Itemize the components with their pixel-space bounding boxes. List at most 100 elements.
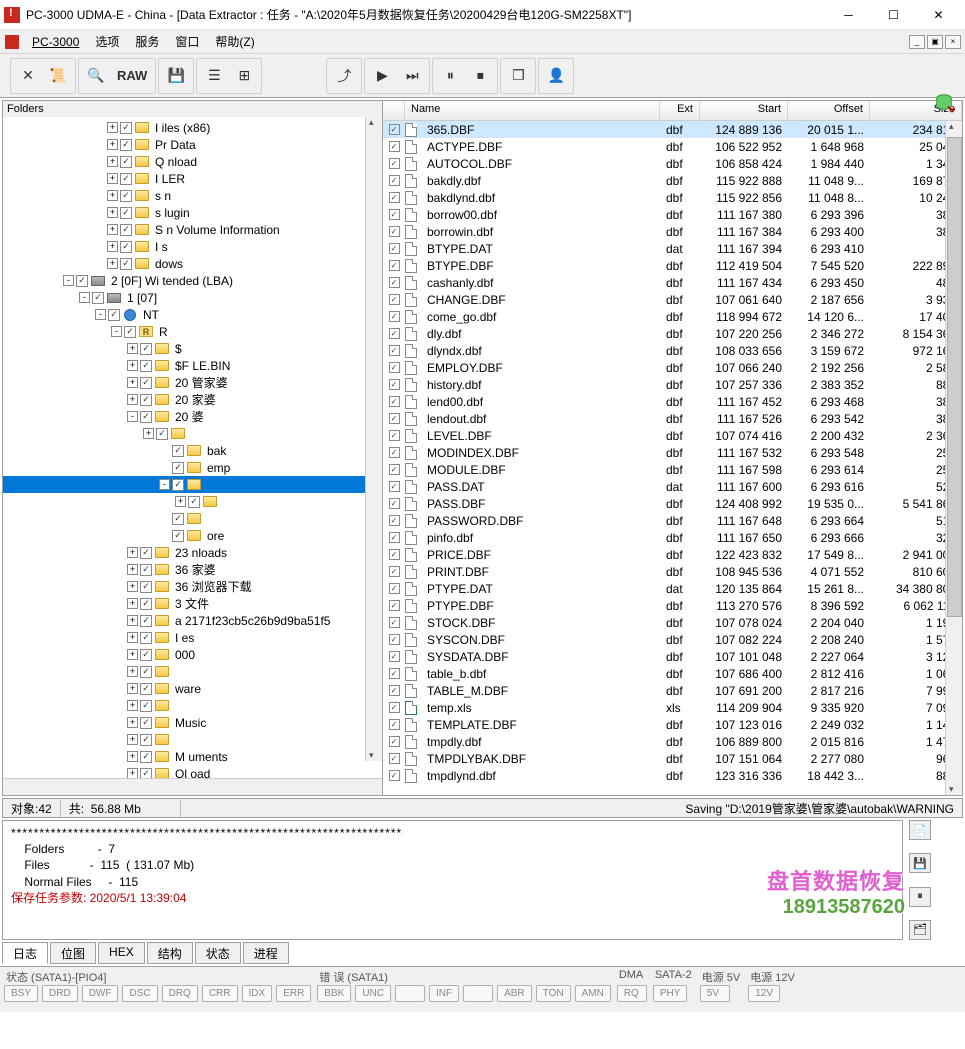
file-list-header[interactable]: Name Ext Start Offset Size bbox=[383, 101, 962, 121]
tree-checkbox[interactable]: ✓ bbox=[140, 411, 152, 423]
file-row[interactable]: ✓PTYPE.DATdat120 135 86415 261 8...34 38… bbox=[383, 580, 962, 597]
file-row[interactable]: ✓come_go.dbfdbf118 994 67214 120 6...17 … bbox=[383, 308, 962, 325]
file-row[interactable]: ✓LEVEL.DBFdbf107 074 4162 200 4322 362 bbox=[383, 427, 962, 444]
tree-expander-icon[interactable]: + bbox=[127, 377, 138, 388]
file-row[interactable]: ✓EMPLOY.DBFdbf107 066 2402 192 2562 582 bbox=[383, 359, 962, 376]
tree-checkbox[interactable]: ✓ bbox=[124, 326, 136, 338]
tree-row[interactable]: +✓23 nloads bbox=[3, 544, 382, 561]
tree-checkbox[interactable]: ✓ bbox=[140, 768, 152, 779]
tree-row[interactable]: +✓3 文件 bbox=[3, 595, 382, 612]
tree-row[interactable]: -✓2 [0F] Wi tended (LBA) bbox=[3, 272, 382, 289]
menu-item-4[interactable]: 帮助(Z) bbox=[207, 33, 262, 51]
tree-expander-icon[interactable]: + bbox=[107, 156, 118, 167]
file-row[interactable]: ✓bakdlynd.dbfdbf115 922 85611 048 8...10… bbox=[383, 189, 962, 206]
file-checkbox[interactable]: ✓ bbox=[383, 668, 405, 679]
tree-expander-icon[interactable]: + bbox=[127, 394, 138, 405]
scroll-icon[interactable]: 📜 bbox=[43, 61, 73, 91]
tree-checkbox[interactable]: ✓ bbox=[76, 275, 88, 287]
tree-expander-icon[interactable]: + bbox=[127, 751, 138, 762]
log-tab-结构[interactable]: 结构 bbox=[147, 942, 193, 964]
file-checkbox[interactable]: ✓ bbox=[383, 651, 405, 662]
tree-row[interactable]: +✓20 管家婆 bbox=[3, 374, 382, 391]
file-checkbox[interactable]: ✓ bbox=[383, 600, 405, 611]
file-row[interactable]: ✓dlyndx.dbfdbf108 033 6563 159 672972 16… bbox=[383, 342, 962, 359]
tree-row[interactable]: ✓ ore bbox=[3, 527, 382, 544]
tree-row[interactable]: +✓S n Volume Information bbox=[3, 221, 382, 238]
file-vscrollbar[interactable] bbox=[945, 121, 962, 795]
file-checkbox[interactable]: ✓ bbox=[383, 328, 405, 339]
file-checkbox[interactable]: ✓ bbox=[383, 209, 405, 220]
menu-item-3[interactable]: 窗口 bbox=[167, 33, 207, 51]
tree-row[interactable]: +✓M uments bbox=[3, 748, 382, 765]
file-checkbox[interactable]: ✓ bbox=[383, 192, 405, 203]
file-checkbox[interactable]: ✓ bbox=[383, 260, 405, 271]
file-row[interactable]: ✓lendout.dbfdbf111 167 5266 293 542386 bbox=[383, 410, 962, 427]
tree-row[interactable]: +✓a 2171f23cb5c26b9d9ba51f5 bbox=[3, 612, 382, 629]
file-row[interactable]: ✓lend00.dbfdbf111 167 4526 293 468386 bbox=[383, 393, 962, 410]
mdi-restore-button[interactable]: ▣ bbox=[927, 35, 943, 49]
tree-checkbox[interactable]: ✓ bbox=[140, 547, 152, 559]
step-icon[interactable]: ⏭ bbox=[397, 61, 427, 91]
log-text[interactable]: ****************************************… bbox=[2, 820, 903, 940]
tree-row[interactable]: +✓36 家婆 bbox=[3, 561, 382, 578]
tree-expander-icon[interactable]: + bbox=[107, 241, 118, 252]
tree-expander-icon[interactable]: + bbox=[127, 768, 138, 778]
file-row[interactable]: ✓tmpdlynd.dbfdbf123 316 33618 442 3...88… bbox=[383, 767, 962, 784]
file-checkbox[interactable]: ✓ bbox=[383, 617, 405, 628]
tree-checkbox[interactable]: ✓ bbox=[140, 343, 152, 355]
tree-checkbox[interactable]: ✓ bbox=[140, 377, 152, 389]
file-row[interactable]: ✓borrow00.dbfdbf111 167 3806 293 396386 bbox=[383, 206, 962, 223]
tree-row[interactable]: +✓Q nload bbox=[3, 153, 382, 170]
file-row[interactable]: ✓SYSDATA.DBFdbf107 101 0482 227 0643 125 bbox=[383, 648, 962, 665]
tree-checkbox[interactable]: ✓ bbox=[120, 173, 132, 185]
file-checkbox[interactable]: ✓ bbox=[383, 515, 405, 526]
col-offset[interactable]: Offset bbox=[788, 101, 870, 120]
tree-checkbox[interactable]: ✓ bbox=[140, 615, 152, 627]
log-btn-2[interactable]: 💾 bbox=[909, 853, 931, 873]
tree-checkbox[interactable]: ✓ bbox=[92, 292, 104, 304]
tree-expander-icon[interactable]: + bbox=[127, 666, 138, 677]
tree-row[interactable]: +✓ bbox=[3, 425, 382, 442]
file-checkbox[interactable]: ✓ bbox=[383, 634, 405, 645]
tree-row[interactable]: +✓ dows bbox=[3, 255, 382, 272]
file-checkbox[interactable]: ✓ bbox=[383, 158, 405, 169]
file-checkbox[interactable]: ✓ bbox=[383, 481, 405, 492]
file-row[interactable]: ✓tmpdly.dbfdbf106 889 8002 015 8161 470 bbox=[383, 733, 962, 750]
mdi-minimize-button[interactable]: _ bbox=[909, 35, 925, 49]
tree-expander-icon[interactable]: + bbox=[107, 258, 118, 269]
log-tab-HEX[interactable]: HEX bbox=[98, 942, 145, 964]
play-icon[interactable]: ▶ bbox=[367, 61, 397, 91]
file-row[interactable]: ✓PASS.DBFdbf124 408 99219 535 0...5 541 … bbox=[383, 495, 962, 512]
file-row[interactable]: ✓365.DBFdbf124 889 13620 015 1...234 810 bbox=[383, 121, 962, 138]
tree-checkbox[interactable]: ✓ bbox=[120, 190, 132, 202]
log-btn-pause[interactable]: ⏸ bbox=[909, 887, 931, 907]
tree-expander-icon[interactable] bbox=[159, 530, 170, 541]
minimize-button[interactable]: ─ bbox=[826, 0, 871, 30]
binocular-icon[interactable]: 🔍 bbox=[81, 61, 111, 91]
col-checkbox[interactable] bbox=[383, 101, 405, 120]
file-row[interactable]: ✓BTYPE.DBFdbf112 419 5047 545 520222 898 bbox=[383, 257, 962, 274]
tree-checkbox[interactable]: ✓ bbox=[140, 649, 152, 661]
tree-expander-icon[interactable]: + bbox=[127, 734, 138, 745]
mdi-close-button[interactable]: × bbox=[945, 35, 961, 49]
tree-checkbox[interactable]: ✓ bbox=[172, 479, 184, 491]
tree-checkbox[interactable]: ✓ bbox=[140, 666, 152, 678]
copy-icon[interactable]: ❐ bbox=[503, 61, 533, 91]
file-row[interactable]: ✓cashanly.dbfdbf111 167 4346 293 450482 bbox=[383, 274, 962, 291]
tree-checkbox[interactable]: ✓ bbox=[108, 309, 120, 321]
tree-expander-icon[interactable]: + bbox=[127, 547, 138, 558]
tree-expander-icon[interactable]: - bbox=[63, 275, 74, 286]
file-checkbox[interactable]: ✓ bbox=[383, 549, 405, 560]
tree-expander-icon[interactable]: + bbox=[107, 173, 118, 184]
tree-expander-icon[interactable]: + bbox=[127, 615, 138, 626]
tree-checkbox[interactable]: ✓ bbox=[140, 598, 152, 610]
file-row[interactable]: ✓BTYPE.DATdat111 167 3946 293 4100 bbox=[383, 240, 962, 257]
file-checkbox[interactable]: ✓ bbox=[383, 362, 405, 373]
file-checkbox[interactable]: ✓ bbox=[383, 294, 405, 305]
file-checkbox[interactable]: ✓ bbox=[383, 685, 405, 696]
file-checkbox[interactable]: ✓ bbox=[383, 430, 405, 441]
log-tab-状态[interactable]: 状态 bbox=[195, 942, 241, 964]
file-row[interactable]: ✓bakdly.dbfdbf115 922 88811 048 9...169 … bbox=[383, 172, 962, 189]
tree-checkbox[interactable]: ✓ bbox=[188, 496, 200, 508]
tree-expander-icon[interactable]: + bbox=[107, 139, 118, 150]
